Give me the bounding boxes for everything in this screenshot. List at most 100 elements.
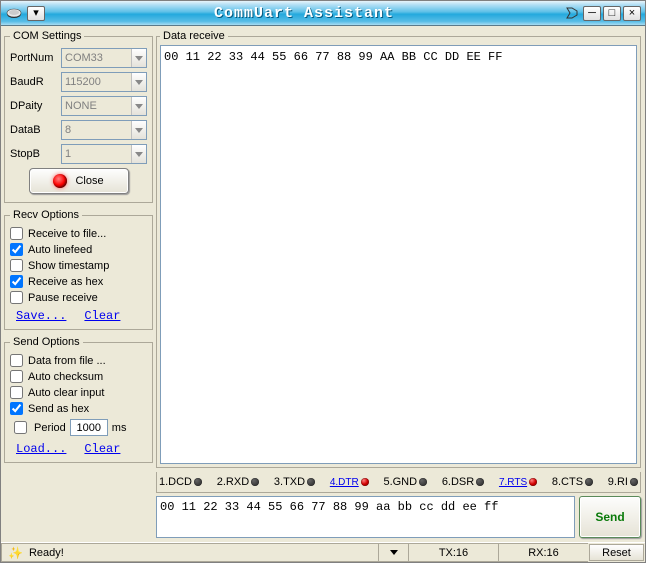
period-input[interactable] xyxy=(70,419,108,436)
led-icon xyxy=(307,478,315,486)
signal-label: 1.DCD xyxy=(159,476,192,488)
recv-check-label: Show timestamp xyxy=(28,260,109,272)
led-icon xyxy=(251,478,259,486)
led-icon xyxy=(476,478,484,486)
recv-options-legend: Recv Options xyxy=(10,209,82,221)
signal-6-DSR: 6.DSR xyxy=(442,476,484,488)
signal-label: 5.GND xyxy=(383,476,417,488)
close-port-button[interactable]: Close xyxy=(29,168,129,194)
recv-check-label: Receive to file... xyxy=(28,228,106,240)
led-icon xyxy=(194,478,202,486)
recv-checkbox-4[interactable] xyxy=(10,291,23,304)
right-panel: Data receive 00 11 22 33 44 55 66 77 88 … xyxy=(156,26,645,542)
signal-label[interactable]: 4.DTR xyxy=(330,477,359,488)
send-checkbox-1[interactable] xyxy=(10,370,23,383)
send-check-1[interactable]: Auto checksum xyxy=(10,370,147,383)
recv-check-0[interactable]: Receive to file... xyxy=(10,227,147,240)
signal-7-RTS[interactable]: 7.RTS xyxy=(499,477,537,488)
minimize-button[interactable]: ─ xyxy=(583,6,601,21)
status-menu-button[interactable] xyxy=(378,543,408,562)
recv-check-1[interactable]: Auto linefeed xyxy=(10,243,147,256)
left-panel: COM Settings PortNum COM33 BaudR 115200 … xyxy=(1,26,156,542)
recv-check-2[interactable]: Show timestamp xyxy=(10,259,147,272)
recv-options-group: Recv Options Receive to file... Auto line… xyxy=(4,209,153,330)
send-options-legend: Send Options xyxy=(10,336,83,348)
send-clear-link[interactable]: Clear xyxy=(84,442,120,456)
recv-checkbox-3[interactable] xyxy=(10,275,23,288)
datab-label: DataB xyxy=(10,124,58,136)
data-receive-textarea[interactable]: 00 11 22 33 44 55 66 77 88 99 AA BB CC D… xyxy=(160,45,637,464)
signal-strip: 1.DCD 2.RXD 3.TXD 4.DTR 5.GND 6.DSR 7.RTS 8.CTS… xyxy=(156,472,641,493)
com-settings-group: COM Settings PortNum COM33 BaudR 115200 … xyxy=(4,30,153,203)
signal-label: 6.DSR xyxy=(442,476,474,488)
send-input[interactable] xyxy=(156,496,575,538)
recv-clear-link[interactable]: Clear xyxy=(84,309,120,323)
close-port-label: Close xyxy=(75,175,103,187)
chevron-down-icon xyxy=(131,73,146,91)
send-checkbox-2[interactable] xyxy=(10,386,23,399)
led-icon xyxy=(529,478,537,486)
led-icon xyxy=(585,478,593,486)
portnum-label: PortNum xyxy=(10,52,58,64)
status-tx: TX:16 xyxy=(408,543,498,562)
maximize-button[interactable]: □ xyxy=(603,6,621,21)
recv-check-3[interactable]: Receive as hex xyxy=(10,275,147,288)
chevron-down-icon xyxy=(131,145,146,163)
led-icon xyxy=(419,478,427,486)
datab-combo[interactable]: 8 xyxy=(61,120,147,140)
dpaity-combo[interactable]: NONE xyxy=(61,96,147,116)
signal-1-DCD: 1.DCD xyxy=(159,476,202,488)
portnum-combo[interactable]: COM33 xyxy=(61,48,147,68)
send-button[interactable]: Send xyxy=(579,496,641,538)
signal-4-DTR[interactable]: 4.DTR xyxy=(330,477,369,488)
close-window-button[interactable]: × xyxy=(623,6,641,21)
signal-5-GND: 5.GND xyxy=(383,476,427,488)
baudr-label: BaudR xyxy=(10,76,58,88)
data-receive-legend: Data receive xyxy=(160,30,228,42)
period-checkbox[interactable] xyxy=(14,421,27,434)
send-check-3[interactable]: Send as hex xyxy=(10,402,147,415)
signal-8-CTS: 8.CTS xyxy=(552,476,593,488)
baudr-combo[interactable]: 115200 xyxy=(61,72,147,92)
data-receive-group: Data receive 00 11 22 33 44 55 66 77 88 … xyxy=(156,30,641,468)
recv-checkbox-0[interactable] xyxy=(10,227,23,240)
signal-label: 3.TXD xyxy=(274,476,305,488)
recv-check-label: Pause receive xyxy=(28,292,98,304)
wand-icon: ✨ xyxy=(8,546,23,560)
chevron-down-icon xyxy=(131,121,146,139)
led-icon xyxy=(361,478,369,486)
com-settings-legend: COM Settings xyxy=(10,30,84,42)
reset-button[interactable]: Reset xyxy=(589,544,644,561)
recv-check-label: Receive as hex xyxy=(28,276,103,288)
send-options-group: Send Options Data from file ... Auto chec… xyxy=(4,336,153,463)
send-check-2[interactable]: Auto clear input xyxy=(10,386,147,399)
stopb-combo[interactable]: 1 xyxy=(61,144,147,164)
send-check-0[interactable]: Data from file ... xyxy=(10,354,147,367)
recv-save-link[interactable]: Save... xyxy=(16,309,66,323)
signal-label: 9.RI xyxy=(608,476,628,488)
send-check-label: Auto clear input xyxy=(28,387,104,399)
statusbar: ✨ Ready! TX:16 RX:16 Reset xyxy=(1,542,645,562)
led-icon xyxy=(630,478,638,486)
send-load-link[interactable]: Load... xyxy=(16,442,66,456)
status-rx: RX:16 xyxy=(498,543,588,562)
signal-label[interactable]: 7.RTS xyxy=(499,477,527,488)
send-checkbox-3[interactable] xyxy=(10,402,23,415)
recv-checkbox-2[interactable] xyxy=(10,259,23,272)
signal-9-RI: 9.RI xyxy=(608,476,638,488)
chevron-down-icon xyxy=(131,49,146,67)
send-check-label: Send as hex xyxy=(28,403,89,415)
send-check-label: Auto checksum xyxy=(28,371,103,383)
title-menu-button[interactable]: ▾ xyxy=(27,6,45,21)
app-icon xyxy=(5,6,23,21)
titlebar: ▾ CommUart Assistant ─ □ × xyxy=(1,1,645,26)
signal-2-RXD: 2.RXD xyxy=(217,476,259,488)
recv-checkbox-1[interactable] xyxy=(10,243,23,256)
pin-icon[interactable] xyxy=(563,6,581,21)
recv-check-4[interactable]: Pause receive xyxy=(10,291,147,304)
stopb-label: StopB xyxy=(10,148,58,160)
send-checkbox-0[interactable] xyxy=(10,354,23,367)
period-unit: ms xyxy=(112,422,127,434)
signal-label: 8.CTS xyxy=(552,476,583,488)
signal-3-TXD: 3.TXD xyxy=(274,476,315,488)
